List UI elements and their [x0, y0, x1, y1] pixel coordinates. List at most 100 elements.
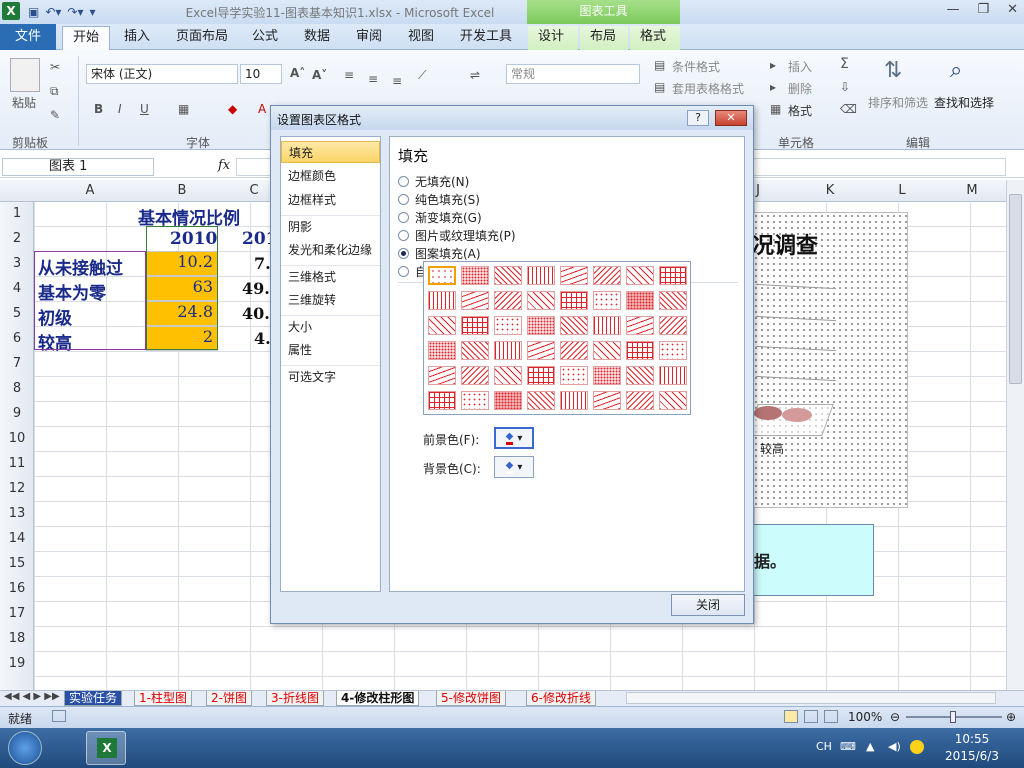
tab-developer[interactable]: 开发工具 [450, 26, 522, 50]
nav-item-fill[interactable]: 填充 [281, 141, 380, 163]
dialog-close-icon[interactable]: ✕ [715, 110, 747, 126]
col-header-l[interactable]: L [866, 183, 938, 198]
pattern-swatch[interactable] [428, 391, 456, 410]
paste-button[interactable]: 粘贴 [12, 94, 36, 111]
pattern-swatch[interactable] [527, 366, 555, 385]
dialog-help-button[interactable]: ? [687, 110, 709, 126]
underline-button[interactable]: U [140, 102, 149, 116]
pattern-swatch[interactable] [560, 266, 588, 285]
zoom-in-icon[interactable]: ⊕ [1006, 710, 1016, 724]
row-header[interactable]: 17 [0, 606, 34, 621]
sheet-tab[interactable]: 2-饼图 [206, 691, 252, 706]
row-header[interactable]: 1 [0, 206, 34, 221]
clear-icon[interactable]: ⌫ [840, 102, 857, 116]
tab-formulas[interactable]: 公式 [242, 26, 288, 50]
pattern-swatch[interactable] [593, 291, 621, 310]
sheet-tab-active[interactable]: 4-修改柱形图 [336, 691, 420, 706]
paste-icon[interactable] [10, 58, 40, 92]
tab-insert[interactable]: 插入 [114, 26, 160, 50]
pattern-swatch[interactable] [626, 391, 654, 410]
pattern-swatch[interactable] [560, 316, 588, 335]
nav-item-border-color[interactable]: 边框颜色 [281, 165, 380, 187]
binoculars-icon[interactable]: ⌕ [950, 58, 962, 83]
number-format-combo[interactable]: 常规 [506, 64, 640, 84]
tab-page-layout[interactable]: 页面布局 [166, 26, 238, 50]
pattern-swatch[interactable] [593, 316, 621, 335]
tab-home[interactable]: 开始 [62, 26, 111, 50]
fill-option[interactable]: 纯色填充(S) [398, 191, 480, 207]
vertical-scrollbar[interactable] [1006, 180, 1024, 690]
find-select-button[interactable]: 查找和选择 [934, 94, 994, 111]
cut-icon[interactable]: ✂ [50, 60, 60, 74]
tab-file[interactable]: 文件 [0, 24, 56, 50]
scroll-thumb[interactable] [1009, 194, 1022, 384]
pattern-swatch[interactable] [461, 316, 489, 335]
page-break-view-icon[interactable] [824, 710, 838, 723]
nav-item-border-style[interactable]: 边框样式 [281, 189, 380, 211]
zoom-out-icon[interactable]: ⊖ [890, 710, 900, 724]
grow-font-icon[interactable]: A˄ [290, 66, 305, 80]
fill-down-icon[interactable]: ⇩ [840, 80, 850, 94]
pattern-swatch[interactable] [560, 341, 588, 360]
page-layout-view-icon[interactable] [804, 710, 818, 723]
pattern-swatch[interactable] [626, 316, 654, 335]
radio-icon[interactable] [398, 229, 409, 241]
language-indicator[interactable]: CH [816, 740, 832, 753]
font-size-combo[interactable]: 10 [240, 64, 282, 84]
nav-item-alt-text[interactable]: 可选文字 [281, 365, 380, 387]
value-cell[interactable]: 7. [254, 254, 271, 273]
pattern-swatch[interactable] [461, 341, 489, 360]
pattern-swatch[interactable] [494, 316, 522, 335]
tab-layout[interactable]: 布局 [580, 26, 628, 50]
sort-filter-icon[interactable]: ⇅ [884, 58, 902, 83]
sort-filter-button[interactable]: 排序和筛选 [868, 94, 928, 111]
nav-item-properties[interactable]: 属性 [281, 339, 380, 361]
align-middle-icon[interactable]: ≡ [368, 72, 378, 86]
conditional-format-button[interactable]: 条件格式 [672, 58, 720, 75]
macro-record-icon[interactable] [52, 710, 66, 722]
radio-selected-icon[interactable] [398, 247, 409, 259]
row-header[interactable]: 4 [0, 281, 34, 296]
pattern-swatch[interactable] [428, 266, 456, 285]
zoom-slider-thumb[interactable] [950, 711, 956, 723]
pattern-swatch[interactable] [593, 266, 621, 285]
clock-date[interactable]: 2015/6/3 [942, 749, 1002, 763]
row-header[interactable]: 5 [0, 306, 34, 321]
sheet-nav-arrows-icon[interactable]: ◀◀ ◀ ▶ ▶▶ [4, 691, 60, 702]
chart-title[interactable]: 况调查 [752, 228, 818, 260]
pattern-swatch[interactable] [593, 341, 621, 360]
zoom-level[interactable]: 100% [848, 710, 882, 724]
sheet-tab[interactable]: 3-折线图 [266, 691, 324, 706]
pattern-swatch[interactable] [527, 391, 555, 410]
pattern-swatch[interactable] [560, 391, 588, 410]
fill-option[interactable]: 无填充(N) [398, 173, 469, 189]
pattern-swatch[interactable] [461, 391, 489, 410]
pattern-swatch[interactable] [560, 291, 588, 310]
pattern-swatch[interactable] [428, 341, 456, 360]
nav-item-3d-format[interactable]: 三维格式 [281, 265, 380, 287]
format-cells-button[interactable]: 格式 [788, 102, 812, 119]
pattern-swatch[interactable] [494, 266, 522, 285]
row-header[interactable]: 16 [0, 581, 34, 596]
pattern-swatch[interactable] [659, 341, 687, 360]
row-header[interactable]: 19 [0, 656, 34, 671]
pattern-swatch[interactable] [659, 366, 687, 385]
sheet-tab[interactable]: 1-柱型图 [134, 691, 192, 706]
pattern-swatch[interactable] [527, 291, 555, 310]
bold-button[interactable]: B [94, 102, 103, 116]
value-cell[interactable]: 49. [242, 279, 270, 298]
format-painter-icon[interactable]: ✎ [50, 108, 60, 122]
pattern-swatch[interactable] [659, 391, 687, 410]
row-header[interactable]: 14 [0, 531, 34, 546]
pattern-swatch[interactable] [428, 316, 456, 335]
pattern-swatch[interactable] [494, 366, 522, 385]
radio-icon[interactable] [398, 265, 409, 277]
pattern-swatch[interactable] [527, 316, 555, 335]
wrap-text-icon[interactable]: ⇌ [470, 68, 480, 82]
conditional-format-icon[interactable]: ▤ [654, 58, 665, 72]
sheet-tab[interactable]: 5-修改饼图 [436, 691, 506, 706]
pattern-swatch[interactable] [494, 341, 522, 360]
tab-data[interactable]: 数据 [294, 26, 340, 50]
nav-item-shadow[interactable]: 阴影 [281, 215, 380, 237]
row-header[interactable]: 8 [0, 381, 34, 396]
